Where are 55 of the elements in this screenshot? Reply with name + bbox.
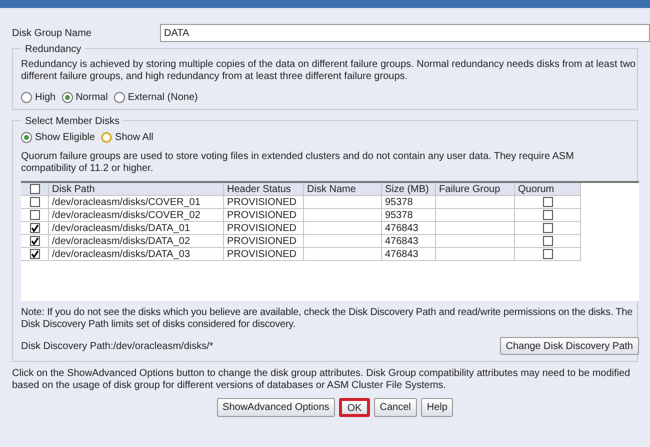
table-cell: PROVISIONED bbox=[224, 248, 304, 261]
row-checkbox[interactable] bbox=[30, 249, 40, 259]
table-cell: 476843 bbox=[382, 235, 436, 248]
column-header[interactable]: Failure Group bbox=[436, 183, 515, 196]
table-cell: /dev/oracleasm/disks/COVER_02 bbox=[49, 209, 224, 222]
input-field[interactable]: DATA bbox=[160, 24, 650, 42]
table-cell: /dev/oracleasm/disks/COVER_01 bbox=[49, 196, 224, 209]
radio-button[interactable] bbox=[62, 92, 73, 103]
discovery-path-text: Disk Discovery Path:/dev/oracleasm/disks/* bbox=[21, 340, 214, 354]
radio-label[interactable]: External (None) bbox=[128, 90, 198, 105]
quorum-checkbox[interactable] bbox=[542, 249, 552, 259]
radio-label[interactable]: Normal bbox=[76, 90, 108, 105]
group-title: Redundancy bbox=[21, 42, 86, 57]
advanced-note: Click on the ShowAdvanced Options button to change the disk group attributes. Disk Group compatibility attributes may need to be modified based on the usage of disk group for different versions of databases or ASM Cluster File Systems. bbox=[11, 368, 632, 392]
column-header[interactable]: Size (MB) bbox=[382, 183, 436, 196]
row-checkbox[interactable] bbox=[30, 197, 40, 207]
radio-label[interactable]: High bbox=[35, 90, 56, 105]
field-label: Disk Group Name bbox=[12, 26, 92, 40]
quorum-checkbox[interactable] bbox=[542, 210, 552, 220]
table-cell: PROVISIONED bbox=[224, 235, 304, 248]
quorum-note: Quorum failure groups are used to store voting files in extended clusters and do not contain any user data. They require ASM compatibility of 11.2 or higher. bbox=[21, 151, 575, 175]
change-path-button[interactable]: Change Disk Discovery Path bbox=[500, 337, 639, 355]
row-checkbox[interactable] bbox=[30, 236, 40, 246]
column-header[interactable]: Header Status bbox=[224, 183, 304, 196]
radio-button[interactable] bbox=[21, 132, 32, 143]
column-header[interactable]: Disk Path bbox=[49, 183, 224, 196]
discovery-note: Note: If you do not see the disks which you believe are available, check the Disk Discovery Path and read/write permissions on the disks. The Disk Discovery Path limits set of disks considered for discovery. bbox=[21, 307, 634, 331]
radio-label[interactable]: Show Eligible bbox=[35, 130, 96, 145]
table-cell: /dev/oracleasm/disks/DATA_01 bbox=[49, 222, 224, 235]
description-text: Redundancy is achieved by storing multiple copies of the data on different failure groups. Normal redundancy needs disks from at least two different failure groups, and high redundancy from at least three different failure groups. bbox=[21, 59, 637, 83]
dialog-button[interactable]: ShowAdvanced Options bbox=[216, 398, 336, 417]
radio-button[interactable] bbox=[114, 92, 125, 103]
quorum-checkbox[interactable] bbox=[542, 223, 552, 233]
select-all-checkbox[interactable] bbox=[30, 184, 40, 194]
table-cell: PROVISIONED bbox=[224, 222, 304, 235]
table-cell: 95378 bbox=[382, 196, 436, 209]
table-cell: /dev/oracleasm/disks/DATA_02 bbox=[49, 235, 224, 248]
quorum-checkbox[interactable] bbox=[542, 197, 552, 207]
table-cell: PROVISIONED bbox=[224, 196, 304, 209]
table-cell: 476843 bbox=[382, 248, 436, 261]
radio-label[interactable]: Show All bbox=[115, 130, 154, 145]
radio-button[interactable] bbox=[101, 132, 112, 143]
radio-button[interactable] bbox=[21, 92, 32, 103]
row-checkbox[interactable] bbox=[30, 210, 40, 220]
dialog-button[interactable]: Cancel bbox=[374, 398, 417, 417]
column-header[interactable]: Quorum bbox=[515, 183, 581, 196]
table-cell: PROVISIONED bbox=[224, 209, 304, 222]
column-header[interactable]: Disk Name bbox=[304, 183, 382, 196]
table-cell: /dev/oracleasm/disks/DATA_03 bbox=[49, 248, 224, 261]
table-cell: 95378 bbox=[382, 209, 436, 222]
row-checkbox[interactable] bbox=[30, 223, 40, 233]
table-cell: 476843 bbox=[382, 222, 436, 235]
dialog-button[interactable]: Help bbox=[420, 398, 454, 417]
quorum-checkbox[interactable] bbox=[542, 236, 552, 246]
dialog-button[interactable]: OK bbox=[339, 398, 370, 417]
